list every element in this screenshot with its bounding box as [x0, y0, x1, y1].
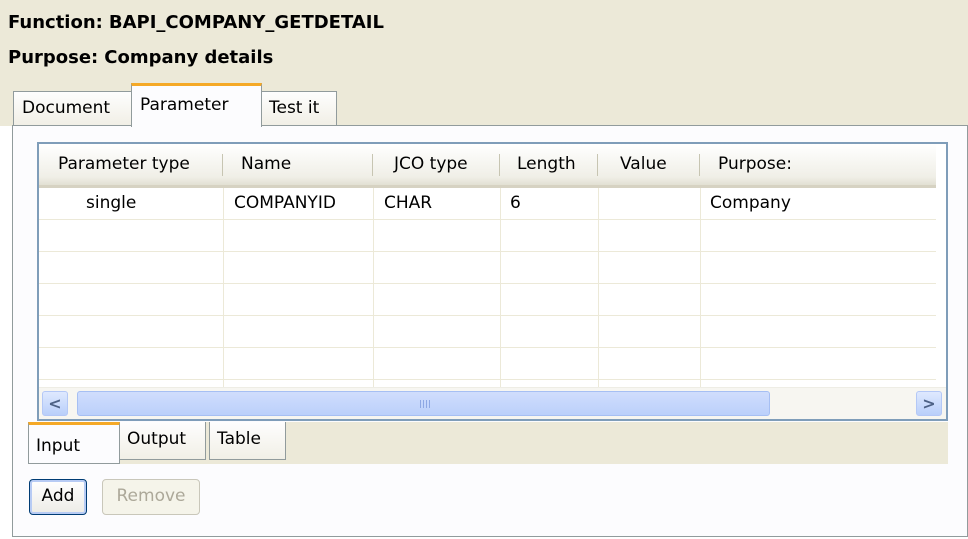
scroll-left-button[interactable]: <	[42, 391, 68, 416]
column-header-purpose[interactable]: Purpose:	[718, 144, 792, 185]
function-label: Function:	[8, 12, 103, 33]
column-header-parameter-type[interactable]: Parameter type	[58, 144, 190, 185]
purpose-label: Purpose:	[8, 47, 99, 68]
cell-name: COMPANYID	[234, 193, 336, 213]
tab-document[interactable]: Document	[13, 91, 133, 125]
parameter-direction-tabs: Input Output Table	[28, 422, 948, 464]
table-row-empty[interactable]	[39, 348, 936, 380]
purpose-value: Company details	[104, 47, 274, 68]
column-header-length[interactable]: Length	[517, 144, 576, 185]
table-row-empty[interactable]	[39, 284, 936, 316]
cell-length: 6	[510, 193, 521, 213]
cell-purpose: Company	[710, 193, 791, 213]
horizontal-scrollbar[interactable]: < >	[39, 387, 946, 419]
column-header-name[interactable]: Name	[241, 144, 291, 185]
tab-output[interactable]: Output	[119, 422, 206, 460]
function-name: BAPI_COMPANY_GETDETAIL	[108, 12, 384, 33]
tab-test-it[interactable]: Test it	[260, 91, 337, 125]
tab-input[interactable]: Input	[28, 422, 120, 464]
cell-parameter-type: single	[86, 193, 137, 213]
table-header: Parameter type Name JCO type Length Valu…	[39, 144, 936, 188]
table-row-empty[interactable]	[39, 220, 936, 252]
tab-parameter[interactable]: Parameter	[131, 83, 262, 127]
column-header-jco-type[interactable]: JCO type	[394, 144, 468, 185]
scrollbar-grip-icon	[420, 400, 430, 408]
remove-button[interactable]: Remove	[102, 479, 200, 515]
tab-table[interactable]: Table	[209, 422, 286, 460]
cell-jco-type: CHAR	[384, 193, 433, 213]
scrollbar-thumb[interactable]	[77, 391, 770, 416]
parameter-table: Parameter type Name JCO type Length Valu…	[37, 142, 948, 421]
column-header-value[interactable]: Value	[620, 144, 667, 185]
function-line: Function: BAPI_COMPANY_GETDETAIL	[8, 12, 384, 33]
scroll-right-button[interactable]: >	[916, 391, 942, 416]
table-row-empty[interactable]	[39, 316, 936, 348]
table-row-empty[interactable]	[39, 252, 936, 284]
add-button[interactable]: Add	[29, 479, 87, 515]
purpose-line: Purpose: Company details	[8, 47, 273, 68]
table-row[interactable]: single COMPANYID CHAR 6 Company	[39, 188, 936, 220]
